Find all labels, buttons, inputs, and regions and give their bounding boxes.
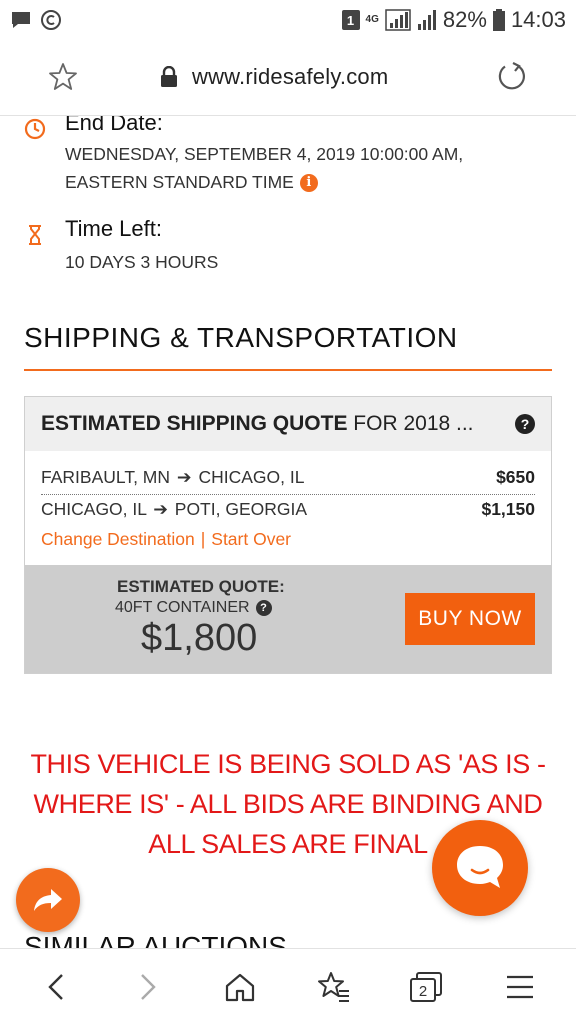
- hamburger-menu-icon: [507, 975, 533, 999]
- quote-footer: ESTIMATED QUOTE: 40FT CONTAINER? $1,800 …: [25, 565, 551, 673]
- chevron-left-icon: [48, 974, 63, 1000]
- start-over-link[interactable]: Start Over: [211, 529, 291, 549]
- route-from: FARIBAULT, MN: [41, 467, 171, 487]
- route-leg: FARIBAULT, MN ➔ CHICAGO, IL: [41, 467, 304, 488]
- route-to: CHICAGO, IL: [198, 467, 305, 487]
- signal-icon: [385, 9, 411, 31]
- container-help-icon[interactable]: ?: [255, 599, 272, 616]
- route-price: $1,150: [481, 499, 535, 519]
- tabs-icon: 2: [410, 972, 442, 1002]
- quote-header: ESTIMATED SHIPPING QUOTE FOR 2018 ... ?: [25, 397, 551, 451]
- battery-percent: 82%: [442, 7, 487, 32]
- quote-header-text: ESTIMATED SHIPPING QUOTE FOR 2018 ...: [41, 412, 474, 436]
- chevron-right-icon: [141, 974, 156, 1000]
- share-button[interactable]: [16, 868, 80, 932]
- bookmarks-star-list-icon: [318, 972, 349, 1002]
- chat-button[interactable]: [432, 820, 528, 916]
- similar-auctions-title: SIMILAR AUCTIONS: [24, 931, 287, 948]
- quote-header-rest: FOR 2018 ...: [347, 412, 474, 435]
- change-destination-link[interactable]: Change Destination: [41, 529, 195, 549]
- shipping-section-title: SHIPPING & TRANSPORTATION: [24, 322, 458, 353]
- estimated-total: $1,800: [141, 617, 258, 659]
- quote-header-bold: ESTIMATED SHIPPING QUOTE: [41, 412, 348, 435]
- time-left-value: 10 DAYS 3 HOURS: [65, 252, 219, 272]
- route-row: FARIBAULT, MN ➔ CHICAGO, IL $650: [41, 467, 535, 495]
- tab-count: 2: [419, 983, 427, 1000]
- clock-icon: [24, 118, 46, 140]
- copyright-icon: [41, 10, 61, 30]
- message-icon: [12, 12, 30, 28]
- bookmark-star-icon[interactable]: [48, 62, 78, 92]
- menu-button[interactable]: [500, 969, 540, 1005]
- route-row: CHICAGO, IL ➔ POTI, GEORGIA $1,150: [41, 499, 535, 520]
- arrow-right-icon: ➔: [176, 467, 192, 487]
- url-text: www.ridesafely.com: [192, 64, 389, 89]
- help-icon[interactable]: ?: [515, 414, 535, 434]
- sim-slot-badge: 1: [341, 10, 360, 30]
- browser-bottom-nav: 2: [0, 948, 576, 1024]
- network-type: 4G: [365, 14, 379, 25]
- end-date-line2-wrap: EASTERN STANDARD TIME i: [65, 168, 318, 196]
- end-date-line1: WEDNESDAY, SEPTEMBER 4, 2019 10:00:00 AM…: [65, 144, 464, 164]
- reload-icon[interactable]: [496, 60, 528, 92]
- arrow-right-icon: ➔: [153, 499, 168, 519]
- end-date-line2: EASTERN STANDARD TIME: [65, 172, 294, 192]
- link-separator: |: [200, 529, 206, 549]
- route-leg: CHICAGO, IL ➔ POTI, GEORGIA: [41, 499, 307, 520]
- estimated-quote-label: ESTIMATED QUOTE:: [117, 577, 285, 596]
- forward-button[interactable]: [128, 969, 168, 1005]
- time-left-title: Time Left:: [65, 216, 162, 241]
- tabs-button[interactable]: 2: [406, 969, 446, 1005]
- container-type: 40FT CONTAINER?: [115, 599, 272, 617]
- info-icon[interactable]: i: [299, 174, 318, 193]
- end-date-title: End Date:: [65, 116, 163, 135]
- bookmarks-button[interactable]: [314, 969, 354, 1005]
- signal-icon-2: [417, 10, 436, 30]
- back-button[interactable]: [36, 969, 76, 1005]
- status-right: 1 4G 82% 14:03: [341, 7, 566, 33]
- route-from: CHICAGO, IL: [41, 499, 147, 519]
- chat-bubble-icon: [457, 846, 503, 888]
- section-divider: [24, 369, 552, 371]
- hourglass-icon: [29, 225, 41, 245]
- url-field[interactable]: www.ridesafely.com: [160, 64, 388, 90]
- battery-icon: [492, 9, 505, 31]
- home-icon: [225, 973, 255, 1002]
- lock-icon: [161, 66, 177, 87]
- clock: 14:03: [510, 7, 566, 32]
- status-left: [10, 9, 62, 31]
- route-price: $650: [496, 467, 535, 487]
- browser-url-bar: www.ridesafely.com: [0, 40, 576, 116]
- shipping-quote-box: ESTIMATED SHIPPING QUOTE FOR 2018 ... ? …: [24, 396, 552, 674]
- buy-now-button[interactable]: BUY NOW: [405, 593, 535, 645]
- container-label: 40FT CONTAINER: [115, 599, 250, 616]
- home-button[interactable]: [220, 969, 260, 1005]
- status-bar: 1 4G 82% 14:03: [0, 0, 576, 40]
- quote-links: Change Destination | Start Over: [41, 529, 291, 550]
- share-arrow-icon: [34, 889, 62, 911]
- route-to: POTI, GEORGIA: [174, 499, 308, 519]
